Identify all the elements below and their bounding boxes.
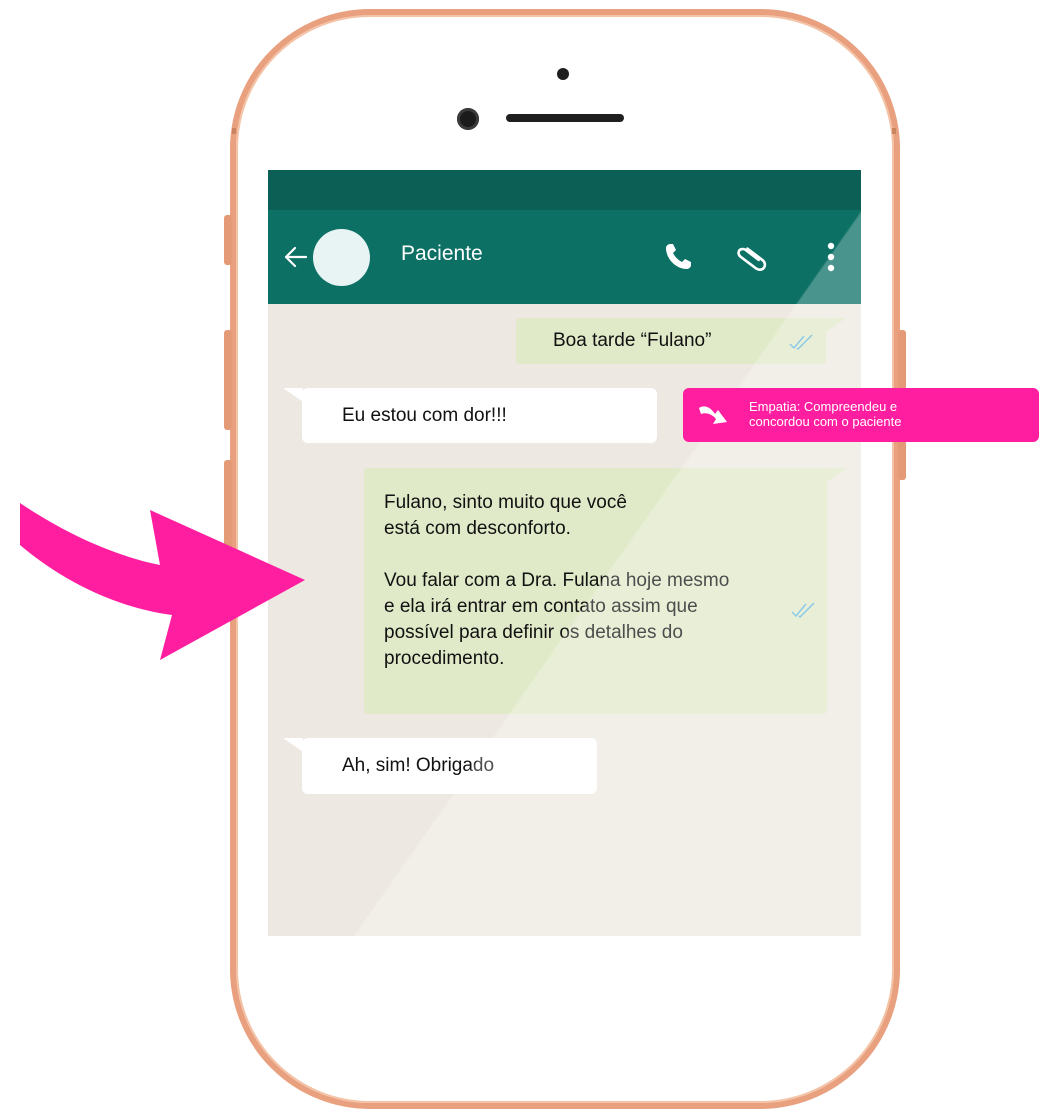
message-line: Vou falar com a Dra. Fulana hoje mesmo bbox=[384, 570, 730, 591]
bubble-tail bbox=[826, 318, 846, 332]
message-incoming[interactable]: Ah, sim! Obrigado bbox=[302, 738, 597, 794]
paperclip-icon[interactable] bbox=[734, 239, 770, 275]
message-outgoing[interactable]: Fulano, sinto muito que você está com de… bbox=[364, 468, 827, 714]
message-text: Fulano, sinto muito que você está com de… bbox=[384, 490, 784, 672]
chat-header: Paciente bbox=[268, 210, 861, 304]
message-line: está com desconforto. bbox=[384, 518, 571, 539]
message-line: procedimento. bbox=[384, 648, 505, 669]
pointer-arrow-icon bbox=[20, 503, 305, 660]
status-bar bbox=[268, 170, 861, 210]
bubble-tail bbox=[827, 468, 847, 482]
annotation-line: concordou com o paciente bbox=[749, 414, 902, 429]
antenna-band bbox=[232, 128, 236, 134]
phone-icon[interactable] bbox=[660, 239, 696, 275]
message-text: Ah, sim! Obrigado bbox=[342, 755, 495, 776]
curved-arrow-icon bbox=[699, 406, 727, 424]
annotation-text: Empatia: Compreendeu e concordou com o p… bbox=[749, 399, 1029, 429]
chat-screen: Paciente Boa tarde “Fulano” Eu estou com… bbox=[268, 170, 861, 936]
message-outgoing[interactable]: Boa tarde “Fulano” bbox=[516, 318, 826, 364]
proximity-sensor bbox=[557, 68, 569, 80]
message-line: e ela irá entrar em contato assim que bbox=[384, 596, 698, 617]
message-text: Boa tarde “Fulano” bbox=[553, 330, 712, 351]
read-ticks-icon bbox=[789, 334, 813, 350]
bubble-tail bbox=[283, 388, 303, 402]
annotation-label: Empatia: Compreendeu e concordou com o p… bbox=[683, 388, 1039, 442]
bubble-tail bbox=[283, 738, 303, 752]
mute-switch bbox=[224, 215, 232, 265]
earpiece-speaker bbox=[506, 114, 624, 122]
read-ticks-icon bbox=[791, 602, 815, 618]
antenna-band bbox=[892, 128, 896, 134]
avatar[interactable] bbox=[313, 229, 370, 286]
volume-up-button bbox=[224, 330, 232, 430]
message-text: Eu estou com dor!!! bbox=[342, 405, 507, 426]
message-line: Fulano, sinto muito que você bbox=[384, 492, 627, 513]
message-incoming[interactable]: Eu estou com dor!!! bbox=[302, 388, 657, 443]
more-vertical-icon[interactable] bbox=[813, 239, 849, 275]
message-line: possível para definir os detalhes do bbox=[384, 622, 683, 643]
contact-name[interactable]: Paciente bbox=[401, 242, 483, 266]
annotation-line: Empatia: Compreendeu e bbox=[749, 399, 898, 414]
front-camera bbox=[457, 108, 479, 130]
back-arrow-icon[interactable] bbox=[282, 243, 310, 271]
